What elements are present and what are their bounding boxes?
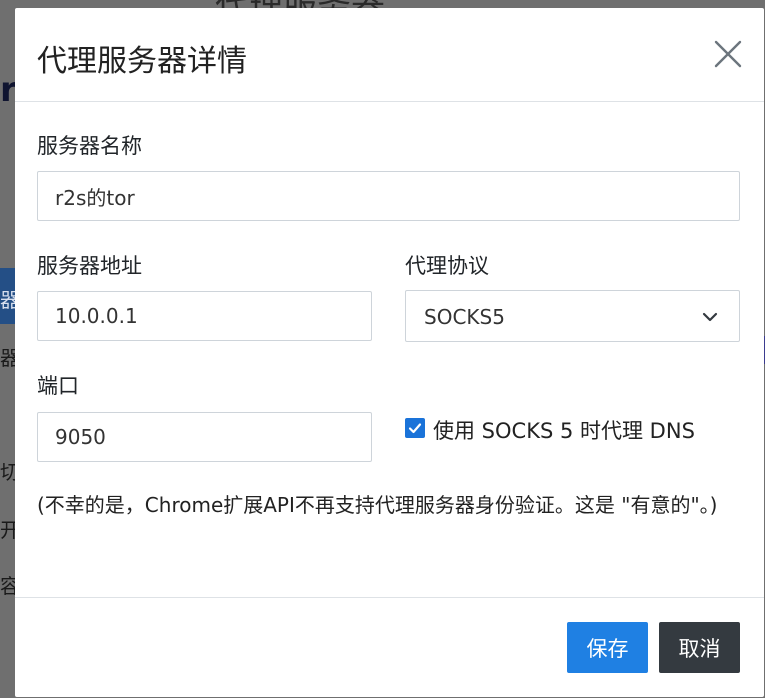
close-button[interactable] (710, 36, 746, 72)
port-input[interactable] (37, 412, 372, 462)
socks-dns-checkbox[interactable] (405, 418, 425, 438)
auth-unsupported-note: (不幸的是，Chrome扩展API不再支持代理服务器身份验证。这是 "有意的"。… (37, 493, 718, 517)
protocol-label: 代理协议 (405, 254, 489, 278)
server-name-input[interactable] (37, 171, 740, 221)
dialog-title: 代理服务器详情 (37, 44, 247, 79)
port-label: 端口 (37, 374, 79, 398)
server-name-label: 服务器名称 (37, 134, 142, 158)
close-icon (714, 40, 742, 68)
protocol-selected-value: SOCKS5 (424, 305, 505, 329)
dialog-header: 代理服务器详情 (15, 8, 764, 102)
dialog-footer: 保存 取消 (15, 597, 764, 697)
socks-dns-label: 使用 SOCKS 5 时代理 DNS (433, 419, 695, 443)
protocol-select[interactable]: SOCKS5 (405, 290, 740, 342)
checkmark-icon (408, 423, 422, 434)
save-button[interactable]: 保存 (567, 622, 648, 673)
server-address-input[interactable] (37, 291, 372, 341)
cancel-button[interactable]: 取消 (659, 622, 740, 673)
chevron-down-icon (702, 312, 718, 322)
server-address-label: 服务器地址 (37, 254, 142, 278)
proxy-details-dialog: 代理服务器详情 服务器名称 服务器地址 代理协议 SOCKS5 端口 使用 SO… (15, 8, 764, 697)
